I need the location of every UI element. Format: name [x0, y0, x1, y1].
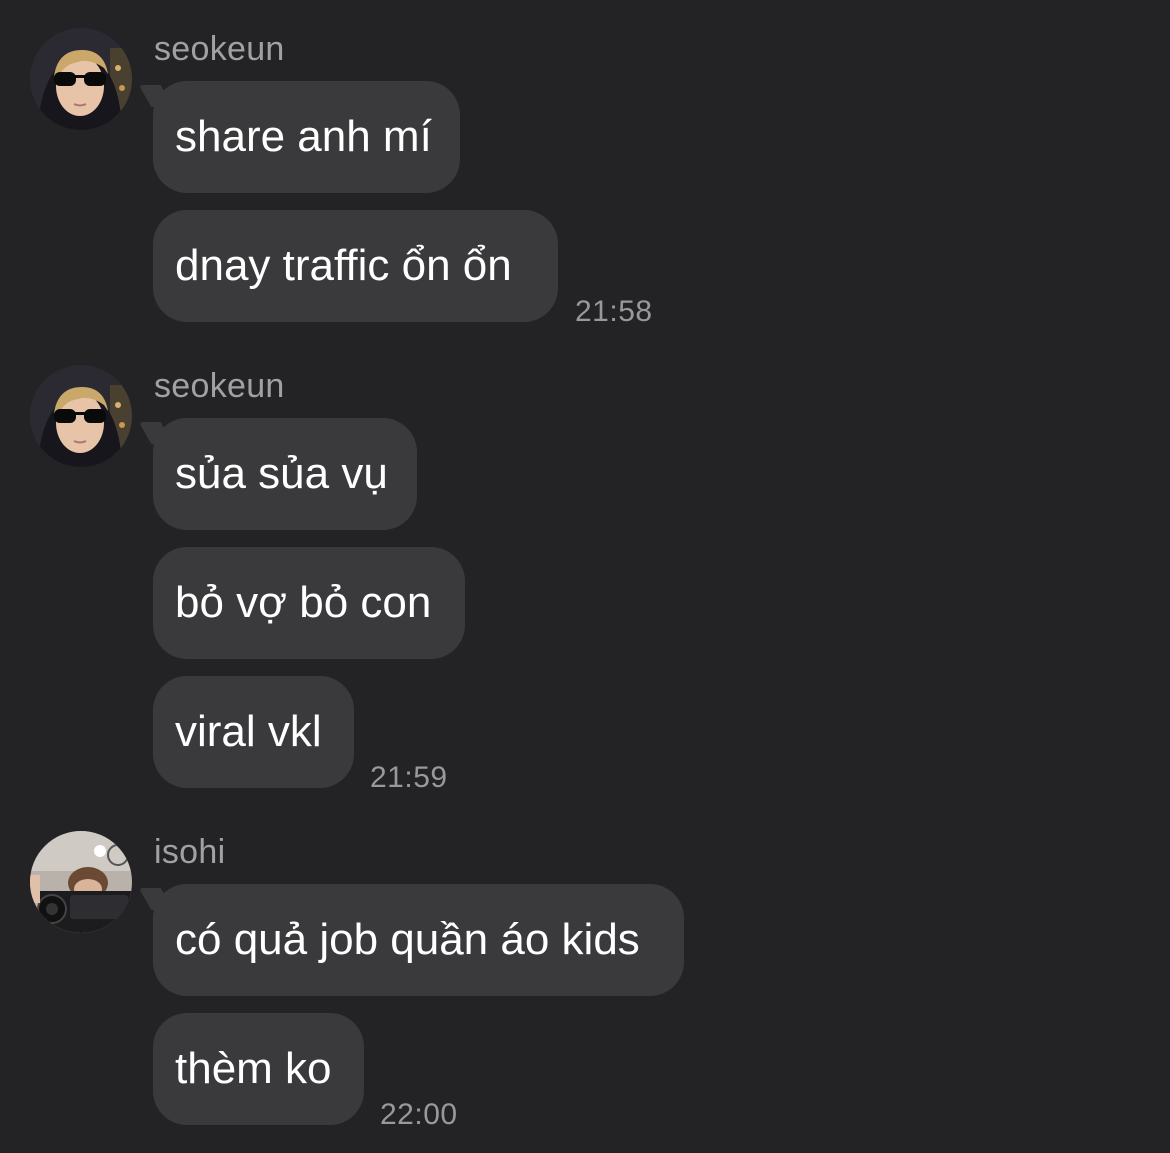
sender-name: isohi	[154, 833, 226, 871]
chat-thread: seokeun share anh mí dnay traffic ổn ổn …	[0, 0, 1170, 1153]
message-bubble[interactable]: share anh mí	[153, 81, 460, 193]
avatar[interactable]	[30, 365, 132, 467]
avatar[interactable]	[30, 831, 132, 933]
message-timestamp: 21:59	[370, 761, 448, 794]
message-bubble[interactable]: bỏ vợ bỏ con	[153, 547, 465, 659]
message-timestamp: 21:58	[575, 295, 653, 328]
message-bubble[interactable]: dnay traffic ổn ổn	[153, 210, 558, 322]
message-bubble[interactable]: có quả job quần áo kids	[153, 884, 684, 996]
sender-name: seokeun	[154, 367, 285, 405]
message-bubble[interactable]: viral vkl	[153, 676, 354, 788]
message-bubble[interactable]: sủa sủa vụ	[153, 418, 417, 530]
avatar[interactable]	[30, 28, 132, 130]
message-bubble[interactable]: thèm ko	[153, 1013, 364, 1125]
sender-name: seokeun	[154, 30, 285, 68]
message-timestamp: 22:00	[380, 1098, 458, 1131]
